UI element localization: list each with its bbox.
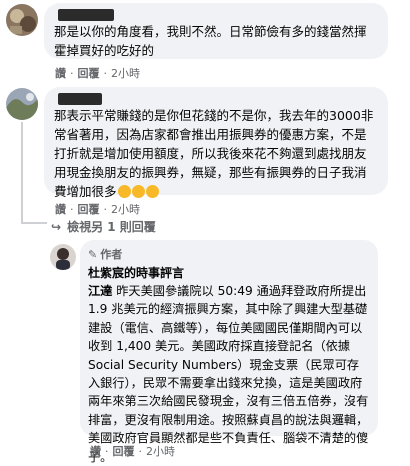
redacted-name (58, 93, 102, 105)
author-avatar[interactable] (50, 244, 76, 270)
thread-line (21, 122, 23, 222)
timestamp[interactable]: 2小時 (111, 65, 140, 81)
timestamp[interactable]: 2小時 (111, 201, 140, 217)
view-more-replies[interactable]: ↪ 檢視另 1 則回覆 (51, 218, 156, 235)
like-link[interactable]: 讚 (90, 443, 101, 459)
commenter-avatar[interactable] (6, 88, 38, 120)
reply-actions: 讚 · 回覆 · 2小時 (90, 443, 175, 459)
mention-link[interactable]: 江達 (88, 284, 112, 298)
timestamp[interactable]: 2小時 (146, 443, 175, 459)
reply-arrow-icon: ↪ (51, 219, 62, 234)
reply-bubble: ✎ 作者 杜紫宸的時事評言 江達 昨天美國參議院以 50:49 通過拜登政府所提… (80, 240, 378, 464)
comment-bubble: 那是以你的角度看，我則不然。日常節儉有多的錢當然揮霍掉買好的吃好的 (44, 3, 388, 59)
pencil-icon: ✎ (88, 247, 98, 261)
reply-link[interactable]: 回覆 (78, 201, 100, 217)
comment-text: 那是以你的角度看，我則不然。日常節儉有多的錢當然揮霍掉買好的吃好的 (54, 24, 367, 58)
emoji-icon (145, 185, 159, 198)
author-badge: ✎ 作者 (88, 247, 123, 262)
comment-actions: 讚 · 回覆 · 2小時 (55, 201, 140, 217)
comment-text: 那表示平常賺錢的是你但花錢的不是你，我去年的3000非常省著用，因為店家都會推出… (54, 108, 374, 199)
emoji-icon (131, 185, 145, 198)
like-link[interactable]: 讚 (55, 201, 66, 217)
author-name[interactable]: 杜紫宸的時事評言 (88, 264, 370, 281)
reply-link[interactable]: 回覆 (78, 65, 100, 81)
emoji-icon (117, 185, 131, 198)
reply-text: 江達 昨天美國參議院以 50:49 通過拜登政府所提出 1.9 兆美元的經濟振興… (88, 284, 369, 464)
thread-line (21, 222, 47, 224)
commenter-avatar[interactable] (6, 4, 38, 36)
comment-bubble: 那表示平常賺錢的是你但花錢的不是你，我去年的3000非常省著用，因為店家都會推出… (44, 87, 388, 199)
like-link[interactable]: 讚 (55, 65, 66, 81)
comment-actions: 讚 · 回覆 · 2小時 (55, 65, 140, 81)
redacted-name (58, 9, 114, 21)
reply-link[interactable]: 回覆 (113, 443, 135, 459)
